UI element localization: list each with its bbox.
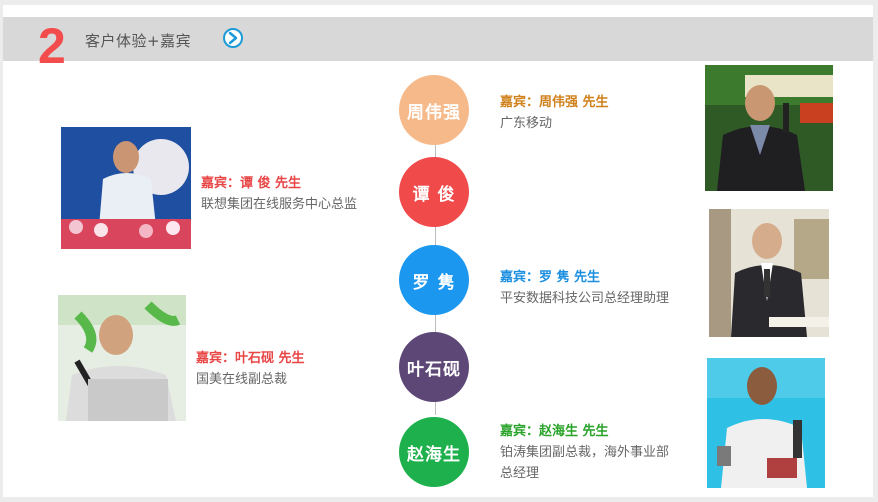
speaker-photo-luo bbox=[709, 209, 829, 337]
speaker-photo-zhao bbox=[707, 358, 825, 488]
slide: 2 客户体验+嘉宾 周伟强 谭 俊 罗 隽 叶石砚 赵海生 嘉宾：周伟强 先生 … bbox=[3, 5, 873, 497]
speaker-name: 嘉宾：谭 俊 先生 bbox=[201, 176, 302, 191]
circle-arrow-right-icon[interactable] bbox=[222, 27, 244, 49]
speaker-circle-tan: 谭 俊 bbox=[399, 157, 469, 227]
section-header: 2 客户体验+嘉宾 bbox=[3, 17, 873, 71]
speaker-circle-zhou: 周伟强 bbox=[399, 75, 469, 145]
speaker-circle-ye: 叶石砚 bbox=[399, 332, 469, 402]
speaker-label-ye: 嘉宾：叶石砚 先生 国美在线副总裁 bbox=[196, 348, 305, 390]
speaker-label-zhou: 嘉宾：周伟强 先生 广东移动 bbox=[500, 92, 609, 134]
speaker-photo-tan bbox=[61, 127, 191, 249]
speaker-label-luo: 嘉宾：罗 隽 先生 平安数据科技公司总经理助理 bbox=[500, 267, 669, 309]
speaker-title: 广东移动 bbox=[500, 116, 553, 131]
section-number: 2 bbox=[38, 18, 66, 74]
section-title: 客户体验+嘉宾 bbox=[85, 32, 192, 50]
speaker-circle-luo: 罗 隽 bbox=[399, 245, 469, 315]
speaker-circle-zhao: 赵海生 bbox=[399, 417, 469, 487]
speaker-label-zhao: 嘉宾：赵海生 先生 铂涛集团副总裁，海外事业部 总经理 bbox=[500, 421, 669, 484]
speaker-title: 平安数据科技公司总经理助理 bbox=[500, 291, 670, 306]
speaker-name: 嘉宾：赵海生 先生 bbox=[500, 424, 609, 439]
speaker-photo-zhou bbox=[705, 65, 833, 191]
speaker-title-line2: 总经理 bbox=[500, 466, 540, 481]
speaker-name: 嘉宾：罗 隽 先生 bbox=[500, 270, 601, 285]
speaker-title-line1: 铂涛集团副总裁，海外事业部 bbox=[500, 445, 670, 460]
speaker-name: 嘉宾：叶石砚 先生 bbox=[196, 351, 305, 366]
speaker-label-tan: 嘉宾：谭 俊 先生 联想集团在线服务中心总监 bbox=[201, 173, 357, 215]
speaker-photo-ye bbox=[58, 295, 186, 421]
speaker-name: 嘉宾：周伟强 先生 bbox=[500, 95, 609, 110]
speaker-title: 联想集团在线服务中心总监 bbox=[201, 197, 358, 212]
speaker-title: 国美在线副总裁 bbox=[196, 372, 288, 387]
